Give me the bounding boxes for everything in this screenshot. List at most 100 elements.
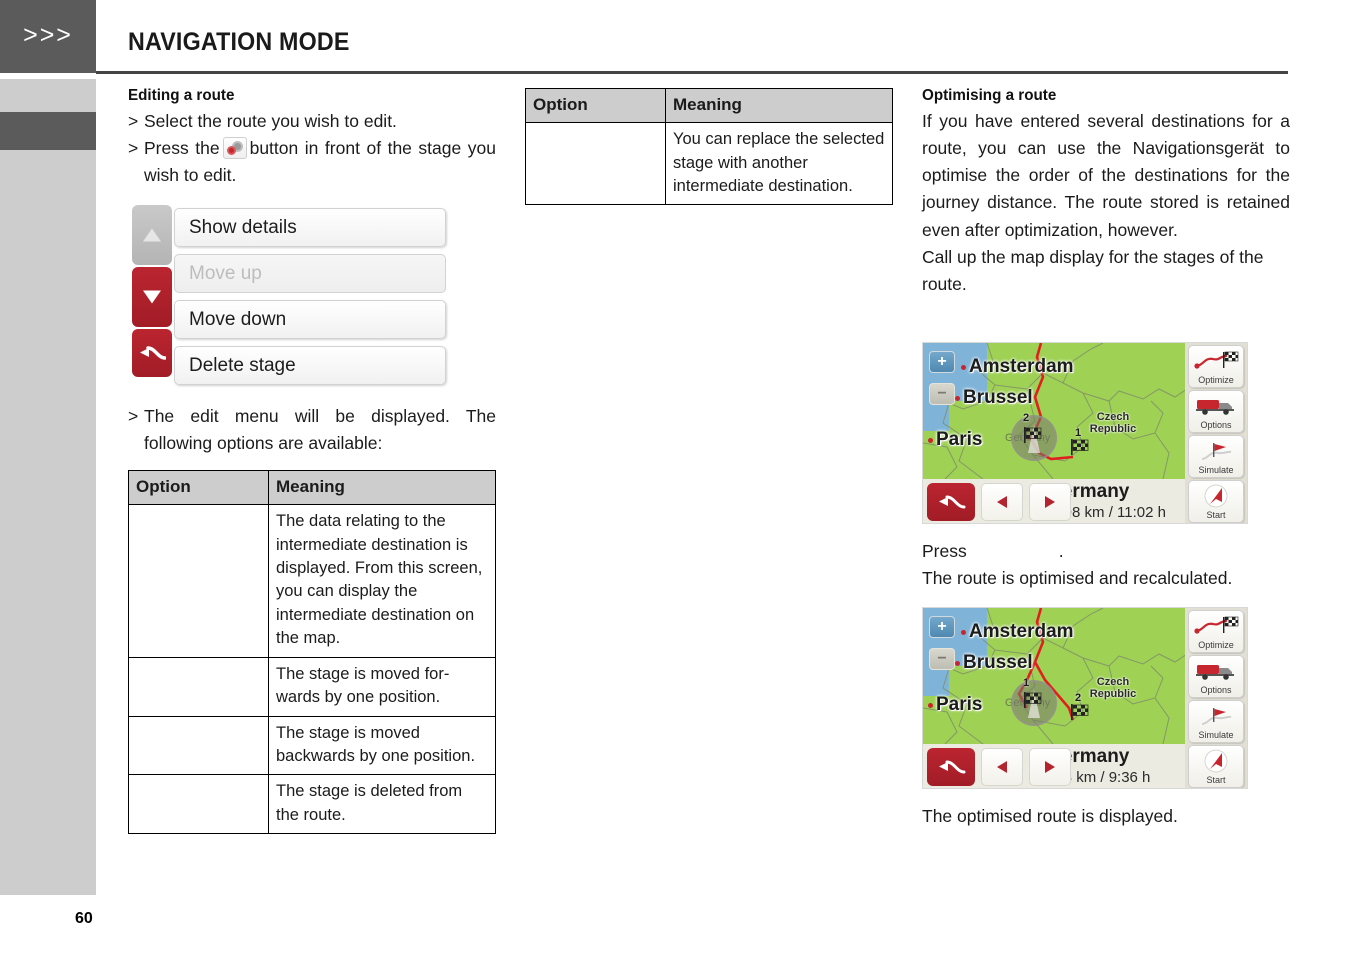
- sidebar-header-block: >>>: [0, 0, 96, 73]
- recalculated-line: The route is optimised and recalculated.: [922, 568, 1233, 589]
- checkered-flag-icon: [1071, 704, 1089, 720]
- start-arrow-icon: [1204, 484, 1228, 508]
- route-map-after-optimise: + − Amsterdam Brussel Paris Czech Republ…: [922, 607, 1248, 789]
- bullet-text: Select the route you wish to edit.: [144, 111, 397, 131]
- city-dot: [928, 438, 933, 443]
- cell-option: [128, 504, 269, 658]
- cell-meaning: The stage is moved for-wards by one posi…: [268, 656, 496, 717]
- bullet-marker: >: [128, 138, 139, 159]
- start-button-label: Start: [1206, 775, 1226, 785]
- table-row: The stage is moved for-wards by one posi…: [128, 656, 496, 717]
- bullet-press-button: > Press the button in front of the stage …: [128, 135, 496, 189]
- options-table-left: Option Meaning The data relating to the …: [128, 469, 496, 835]
- optimize-button[interactable]: Optimize: [1188, 345, 1244, 388]
- map-side-rail: Optimize Options Simulate Start: [1185, 343, 1247, 523]
- menu-row-show-details[interactable]: Show details: [174, 208, 446, 247]
- zoom-out-label: −: [937, 650, 947, 667]
- table-row: The stage is deleted from the route.: [128, 774, 496, 835]
- waypoint-number: 2: [1075, 692, 1082, 704]
- column-header-meaning: Meaning: [268, 469, 496, 506]
- triangle-right-icon: [1045, 496, 1055, 508]
- press-line: Press.: [922, 538, 1290, 565]
- simulate-button[interactable]: Simulate: [1188, 435, 1244, 478]
- start-arrow-icon: [1204, 749, 1228, 773]
- city-label-amsterdam: Amsterdam: [969, 621, 1074, 642]
- map-canvas: + − Amsterdam Brussel Paris Czech Republ…: [923, 343, 1187, 479]
- options-button-label: Options: [1200, 420, 1232, 430]
- menu-row-move-down[interactable]: Move down: [174, 300, 446, 339]
- zoom-out-button[interactable]: −: [929, 383, 955, 405]
- city-dot: [928, 703, 933, 708]
- table-header-row: Option Meaning: [128, 469, 496, 506]
- map-next-button[interactable]: [1029, 748, 1071, 786]
- cell-option: [128, 656, 269, 717]
- truck-options-icon: [1196, 665, 1234, 680]
- bullet-marker: >: [128, 111, 139, 131]
- zoom-in-label: +: [937, 353, 947, 370]
- map-next-button[interactable]: [1029, 483, 1071, 521]
- right-paragraph-2: Call up the map display for the stages o…: [922, 246, 1264, 294]
- right-paragraph-1: If you have entered several destinations…: [922, 111, 1290, 240]
- triangle-down-icon: [143, 290, 161, 304]
- simulate-button-label: Simulate: [1198, 465, 1234, 475]
- left-column: Editing a route > Select the route you w…: [128, 86, 496, 189]
- table-row: The stage is moved backwards by one posi…: [128, 715, 496, 776]
- start-button[interactable]: Start: [1188, 745, 1244, 788]
- cell-option: [128, 774, 269, 835]
- bullet-marker: >: [128, 406, 139, 426]
- menu-row-move-up[interactable]: Move up: [174, 254, 446, 293]
- zoom-in-button[interactable]: +: [929, 351, 955, 373]
- options-button-label: Options: [1200, 685, 1232, 695]
- arrow-back-icon: [939, 495, 966, 509]
- map-prev-button[interactable]: [981, 483, 1023, 521]
- move-up-button[interactable]: [132, 205, 172, 265]
- cell-meaning: The stage is deleted from the route.: [268, 774, 496, 835]
- bullet-text: Press the button in front of the stage yo…: [144, 135, 496, 189]
- zoom-out-label: −: [937, 385, 947, 402]
- back-button[interactable]: [132, 329, 172, 377]
- options-button[interactable]: Options: [1188, 390, 1244, 433]
- zoom-in-label: +: [937, 618, 947, 635]
- cell-option: [525, 122, 666, 206]
- sidebar-band-light-2: [0, 150, 96, 895]
- city-label-paris: Paris: [936, 694, 983, 715]
- map-prev-button[interactable]: [981, 748, 1023, 786]
- closing-line: The optimised route is displayed.: [922, 806, 1178, 826]
- city-dot: [955, 396, 960, 401]
- menu-row-label: Delete stage: [189, 354, 296, 376]
- column-header-option: Option: [128, 469, 269, 506]
- route-map-before-optimise: + − Amsterdam Brussel Paris Czech Republ…: [922, 342, 1248, 524]
- closing-instruction: The optimised route is displayed.: [922, 803, 1290, 830]
- map-back-button[interactable]: [927, 748, 975, 786]
- city-dot: [961, 630, 966, 635]
- options-button[interactable]: Options: [1188, 655, 1244, 698]
- cell-option: [128, 715, 269, 776]
- start-button[interactable]: Start: [1188, 480, 1244, 523]
- zoom-in-button[interactable]: +: [929, 616, 955, 638]
- menu-row-label: Move down: [189, 308, 287, 330]
- bullet-text: The edit menu will be displayed. The fol…: [144, 406, 496, 454]
- optimize-button-label: Optimize: [1198, 640, 1234, 650]
- bullet-text-before: Press the: [144, 138, 220, 159]
- optimize-button[interactable]: Optimize: [1188, 610, 1244, 653]
- edit-menu-screenshot: Show details Move up Move down Delete st…: [128, 203, 458, 388]
- move-down-button[interactable]: [132, 267, 172, 327]
- country-label-czech: Czech Republic: [1089, 411, 1137, 435]
- checkered-flag-icon: [1024, 427, 1042, 443]
- simulate-flag-icon: [1201, 443, 1232, 460]
- city-label-brussel: Brussel: [963, 387, 1033, 408]
- menu-row-delete-stage[interactable]: Delete stage: [174, 346, 446, 385]
- cell-meaning: The data relating to the intermediate de…: [268, 504, 496, 658]
- right-column: Optimising a route If you have entered s…: [922, 86, 1290, 298]
- waypoint-number: 2: [1023, 412, 1030, 424]
- optimize-button-label: Optimize: [1198, 375, 1234, 385]
- simulate-button[interactable]: Simulate: [1188, 700, 1244, 743]
- bullet-select-route: > Select the route you wish to edit.: [128, 108, 496, 135]
- city-label-brussel: Brussel: [963, 652, 1033, 673]
- press-period: .: [1058, 541, 1064, 561]
- column-header-meaning: Meaning: [665, 87, 893, 124]
- truck-options-icon: [1196, 400, 1234, 415]
- menu-row-label: Show details: [189, 216, 297, 238]
- map-back-button[interactable]: [927, 483, 975, 521]
- zoom-out-button[interactable]: −: [929, 648, 955, 670]
